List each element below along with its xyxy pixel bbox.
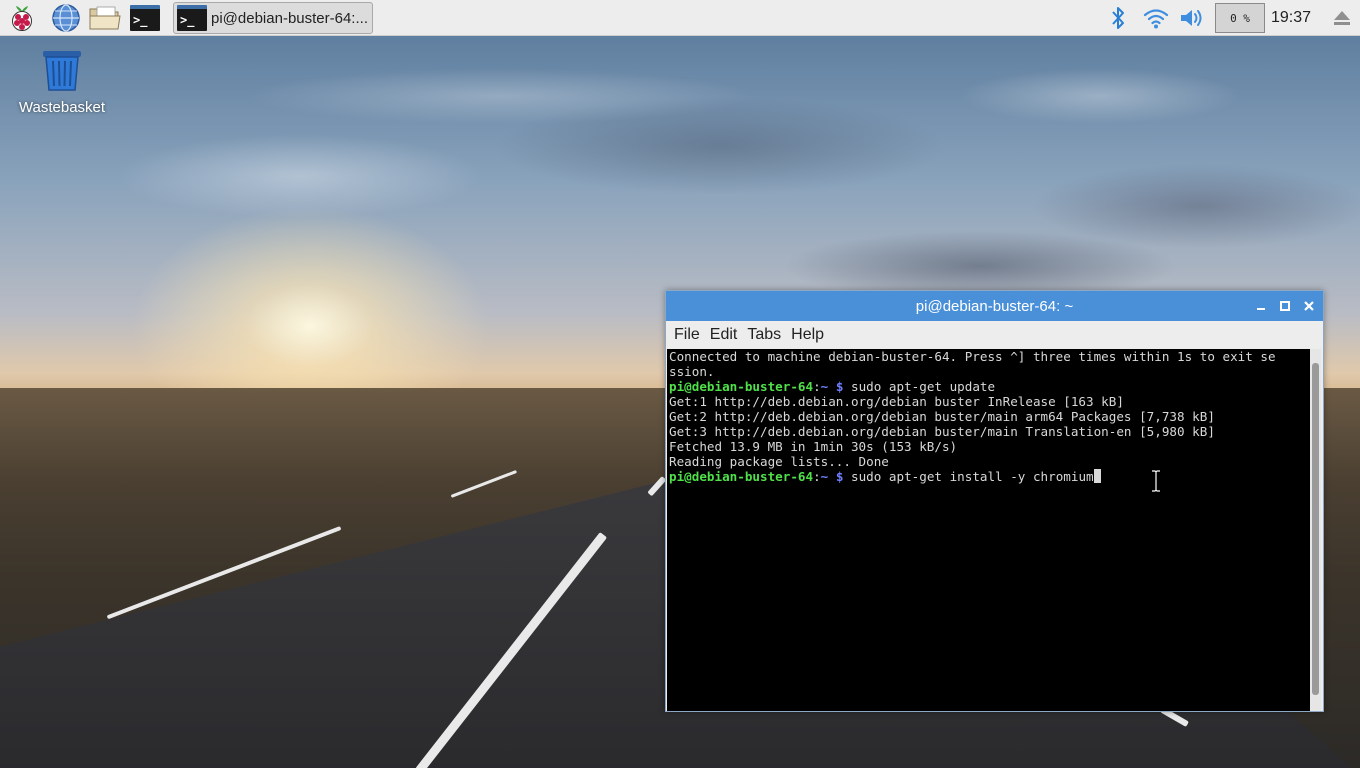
wastebasket-desktop-icon[interactable]: Wastebasket — [10, 48, 114, 116]
file-manager-icon — [89, 6, 121, 30]
prompt-user: pi@debian-buster-64 — [669, 379, 814, 394]
taskbar-terminal-task[interactable]: >_ pi@debian-buster-64:... — [173, 2, 373, 34]
bluetooth-button[interactable] — [1106, 0, 1130, 36]
eject-button[interactable] — [1330, 0, 1354, 36]
terminal-launcher-button[interactable]: >_ — [128, 2, 162, 34]
web-browser-button[interactable] — [49, 2, 83, 34]
menu-file[interactable]: File — [670, 326, 704, 344]
volume-icon — [1181, 10, 1202, 26]
terminal-line: Connected to machine debian-buster-64. P… — [669, 349, 1276, 364]
terminal-prompt-line: pi@debian-buster-64:~ $ sudo apt-get ins… — [669, 469, 1310, 484]
raspberry-menu-icon — [12, 6, 32, 31]
terminal-menubar: File Edit Tabs Help — [666, 321, 1323, 348]
terminal-line: Fetched 13.9 MB in 1min 30s (153 kB/s) — [669, 439, 958, 454]
terminal-line: Get:3 http://deb.debian.org/debian buste… — [669, 424, 1215, 439]
volume-button[interactable] — [1178, 0, 1208, 36]
menu-edit[interactable]: Edit — [706, 326, 742, 344]
bluetooth-icon — [1112, 7, 1124, 29]
terminal-line: Get:2 http://deb.debian.org/debian buste… — [669, 409, 1215, 424]
terminal-command: sudo apt-get update — [851, 379, 996, 394]
wifi-icon — [1143, 9, 1169, 29]
prompt-symbol: $ — [828, 379, 851, 394]
terminal-command: sudo apt-get install -y chromium — [851, 469, 1094, 484]
window-title: pi@debian-buster-64: ~ — [915, 297, 1074, 315]
prompt-symbol: $ — [828, 469, 851, 484]
file-manager-button[interactable] — [88, 2, 122, 34]
prompt-user: pi@debian-buster-64 — [669, 469, 814, 484]
ibeam-cursor-icon — [1152, 470, 1160, 492]
menu-tabs[interactable]: Tabs — [743, 326, 785, 344]
terminal-line: Reading package lists... Done — [669, 454, 889, 469]
text-cursor — [1093, 469, 1101, 483]
terminal-line: Get:1 http://deb.debian.org/debian buste… — [669, 394, 1124, 409]
close-icon — [1304, 301, 1314, 311]
prompt-separator: : — [813, 469, 821, 484]
prompt-separator: : — [813, 379, 821, 394]
terminal-icon: >_ — [130, 5, 160, 31]
maximize-button[interactable] — [1275, 296, 1295, 316]
terminal-prompt-line: pi@debian-buster-64:~ $ sudo apt-get upd… — [669, 379, 1310, 394]
terminal-output[interactable]: Connected to machine debian-buster-64. P… — [667, 349, 1310, 711]
web-browser-icon — [52, 4, 80, 32]
eject-icon — [1334, 11, 1350, 25]
task-label: pi@debian-buster-64:... — [211, 9, 368, 27]
menu-help[interactable]: Help — [787, 326, 828, 344]
window-titlebar[interactable]: pi@debian-buster-64: ~ — [666, 291, 1323, 321]
minimize-button[interactable] — [1251, 296, 1271, 316]
terminal-scrollbar[interactable] — [1310, 349, 1321, 711]
terminal-icon: >_ — [177, 5, 207, 31]
cpu-usage-monitor[interactable]: 0 % — [1215, 3, 1265, 33]
wastebasket-label: Wastebasket — [18, 99, 106, 116]
window-controls — [1251, 291, 1319, 321]
terminal-line: ssion. — [669, 364, 715, 379]
scrollbar-thumb[interactable] — [1312, 363, 1319, 695]
clock[interactable]: 19:37 — [1271, 0, 1311, 36]
maximize-icon — [1280, 301, 1290, 311]
wifi-button[interactable] — [1142, 0, 1170, 36]
terminal-window[interactable]: pi@debian-buster-64: ~ File Edit Tabs He… — [665, 290, 1324, 712]
top-panel: >_ >_ pi@debian-buster-64:... 0 % 19:37 — [0, 0, 1360, 36]
wastebasket-icon — [43, 51, 81, 91]
minimize-icon — [1257, 308, 1265, 310]
close-button[interactable] — [1299, 296, 1319, 316]
raspberry-menu-button[interactable] — [5, 2, 39, 34]
